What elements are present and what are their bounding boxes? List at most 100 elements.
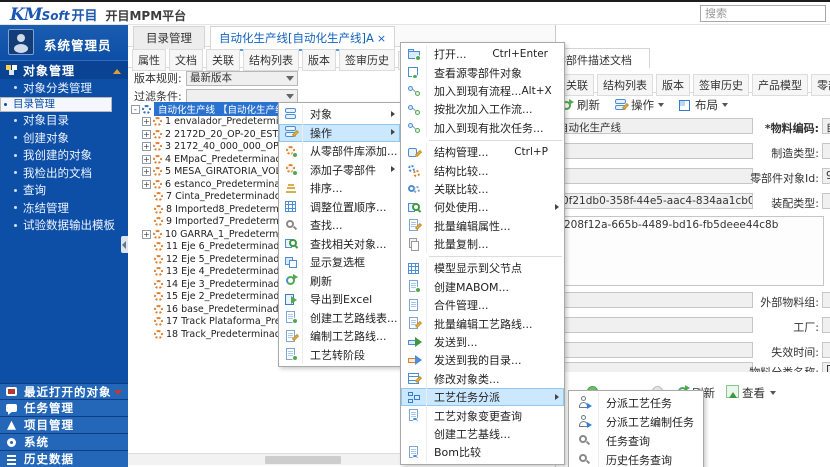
- sidebar-section[interactable]: 系统: [0, 433, 128, 450]
- sidebar-item[interactable]: 目录管理: [0, 97, 112, 112]
- menu-item[interactable]: 工艺对象变更查询: [401, 406, 564, 424]
- menu-item[interactable]: 工艺任务分派: [401, 388, 564, 406]
- tab-关联[interactable]: 关联: [206, 49, 240, 71]
- sidebar-item[interactable]: 创建对象: [0, 129, 128, 147]
- menu-item[interactable]: 创建工艺基线...: [401, 425, 564, 443]
- form-input[interactable]: [822, 292, 830, 308]
- menu-item[interactable]: 批量复制...: [401, 235, 564, 253]
- form-input[interactable]: [822, 193, 830, 209]
- tree-expand-icon[interactable]: +: [142, 155, 151, 164]
- sidebar-item[interactable]: 对象目录: [0, 112, 128, 130]
- form-input[interactable]: [822, 342, 830, 358]
- sidebar-item[interactable]: 我创建的对象: [0, 147, 128, 165]
- menu-item[interactable]: 批量编辑工艺路线...: [401, 314, 564, 332]
- form-input[interactable]: 96: [822, 168, 830, 184]
- toolbar-button-布局[interactable]: 布局: [678, 97, 728, 113]
- sidebar-section[interactable]: 历史数据: [0, 450, 128, 467]
- menu-item[interactable]: 从零部件库添加...: [279, 142, 400, 161]
- menu-item[interactable]: 查看源零部件对象: [401, 63, 564, 81]
- menu-item[interactable]: 添加子零部件: [279, 161, 400, 180]
- menu-item[interactable]: 分派工艺任务: [569, 393, 703, 412]
- form-textarea[interactable]: 208f12a-665b-4489-bd16-fb5deee44c8b: [556, 216, 824, 286]
- menu-item[interactable]: 任务查询: [569, 431, 703, 450]
- scrollbar-thumb[interactable]: [265, 456, 341, 464]
- menu-item[interactable]: 按批次加入工作流...: [401, 100, 564, 118]
- tab-签审历史[interactable]: 签审历史: [693, 74, 749, 96]
- tab-属性[interactable]: 属性: [132, 49, 166, 71]
- menu-icon-gutter: [401, 235, 427, 253]
- menu-item[interactable]: 刷新: [279, 272, 400, 291]
- menu-item[interactable]: 查找...: [279, 216, 400, 235]
- menu-item[interactable]: 对象: [279, 105, 400, 124]
- tree-expand-icon[interactable]: +: [142, 142, 151, 151]
- menu-item[interactable]: 修改对象类...: [401, 370, 564, 388]
- tab-版本[interactable]: 版本: [302, 49, 336, 71]
- menu-item[interactable]: 编制工艺路线...: [279, 327, 400, 346]
- menu-item[interactable]: 导出到Excel: [279, 290, 400, 309]
- menu-item[interactable]: 显示复选框: [279, 253, 400, 272]
- tab-关联[interactable]: 关联: [560, 74, 594, 96]
- tab-版本[interactable]: 版本: [656, 74, 690, 96]
- tab-结构列表[interactable]: 结构列表: [243, 49, 299, 71]
- menu-item[interactable]: 历史任务查询: [569, 450, 703, 467]
- toolbar-button-刷新[interactable]: 刷新: [560, 97, 600, 113]
- menu-item[interactable]: 查找相关对象...: [279, 235, 400, 254]
- tab-零部件模型[interactable]: 零部件模型: [811, 74, 830, 96]
- menu-item[interactable]: Bom比较: [401, 443, 564, 461]
- sidebar-item[interactable]: 我检出的文档: [0, 164, 128, 182]
- menu-item[interactable]: 工艺转阶段: [279, 346, 400, 365]
- sidebar-section[interactable]: 最近打开的对象: [0, 383, 128, 400]
- tree-expand-icon[interactable]: +: [142, 117, 151, 126]
- form-input[interactable]: DD: [822, 362, 830, 372]
- menu-item[interactable]: 调整位置顺序...: [279, 198, 400, 217]
- menu-item[interactable]: 何处使用...: [401, 198, 564, 216]
- sidebar-collapse-handle[interactable]: [121, 236, 128, 253]
- tree-expand-icon[interactable]: +: [142, 167, 151, 176]
- tree-expand-icon[interactable]: +: [142, 180, 151, 189]
- form-input[interactable]: [822, 317, 830, 333]
- sidebar-section[interactable]: 任务管理: [0, 399, 128, 416]
- menu-item[interactable]: 结构管理...Ctrl+P: [401, 143, 564, 161]
- menu-item[interactable]: 操作: [279, 124, 400, 143]
- menu-item[interactable]: 创建工艺路线表...: [279, 309, 400, 328]
- close-icon[interactable]: ×: [377, 32, 386, 45]
- sidebar-section-object-management[interactable]: 对象管理: [0, 60, 128, 79]
- sidebar-item[interactable]: 对象分类管理: [0, 79, 128, 97]
- tab-产品模型[interactable]: 产品模型: [752, 74, 808, 96]
- tree-expand-icon[interactable]: +: [142, 230, 151, 239]
- tree-collapse-icon[interactable]: -: [131, 105, 140, 114]
- menu-item[interactable]: 排序...: [279, 179, 400, 198]
- part-gear-icon: [154, 330, 163, 339]
- menu-item[interactable]: 发送到我的目录...: [401, 351, 564, 369]
- tab-结构列表[interactable]: 结构列表: [597, 74, 653, 96]
- menu-item[interactable]: 加入到现有批次任务...: [401, 119, 564, 137]
- form-label: 物料分类名称:: [706, 364, 819, 372]
- menu-item[interactable]: 结构比较...: [401, 161, 564, 179]
- toolbar-button-操作[interactable]: 操作: [614, 97, 664, 113]
- menu-item[interactable]: 打开...Ctrl+Enter: [401, 45, 564, 63]
- tree-expand-icon[interactable]: +: [142, 130, 151, 139]
- sidebar-item[interactable]: 查询: [0, 182, 128, 200]
- sidebar-item[interactable]: 试验数据输出模板: [0, 217, 128, 235]
- sidebar-section[interactable]: 项目管理: [0, 416, 128, 433]
- document-tab[interactable]: 目录管理: [133, 26, 205, 49]
- menu-item-label: 创建工艺基线...: [434, 426, 511, 442]
- menu-item[interactable]: 加入到现有流程...Alt+X: [401, 82, 564, 100]
- menu-item[interactable]: 合件管理...: [401, 296, 564, 314]
- menu-item[interactable]: 模型显示到父节点: [401, 259, 564, 277]
- menu-item-label: 导出到Excel: [310, 291, 372, 307]
- menu-item[interactable]: 批量编辑属性...: [401, 217, 564, 235]
- menu-item[interactable]: 分派工艺编制任务: [569, 412, 703, 431]
- tab-签审历史[interactable]: 签审历史: [339, 49, 395, 71]
- menu-item[interactable]: 关联比较...: [401, 180, 564, 198]
- form-input[interactable]: [822, 143, 830, 159]
- menu-item-label: 从零部件库添加...: [310, 143, 398, 159]
- menu-item[interactable]: 创建MABOM...: [401, 278, 564, 296]
- form-label: 制造类型:: [706, 145, 819, 161]
- global-search-input[interactable]: [700, 5, 826, 22]
- menu-item[interactable]: 发送到...: [401, 333, 564, 351]
- version-rule-select[interactable]: 最新版本: [186, 71, 298, 86]
- sidebar-item[interactable]: 冻结管理: [0, 199, 128, 217]
- tab-文档[interactable]: 文档: [169, 49, 203, 71]
- form-input[interactable]: 自: [822, 118, 830, 134]
